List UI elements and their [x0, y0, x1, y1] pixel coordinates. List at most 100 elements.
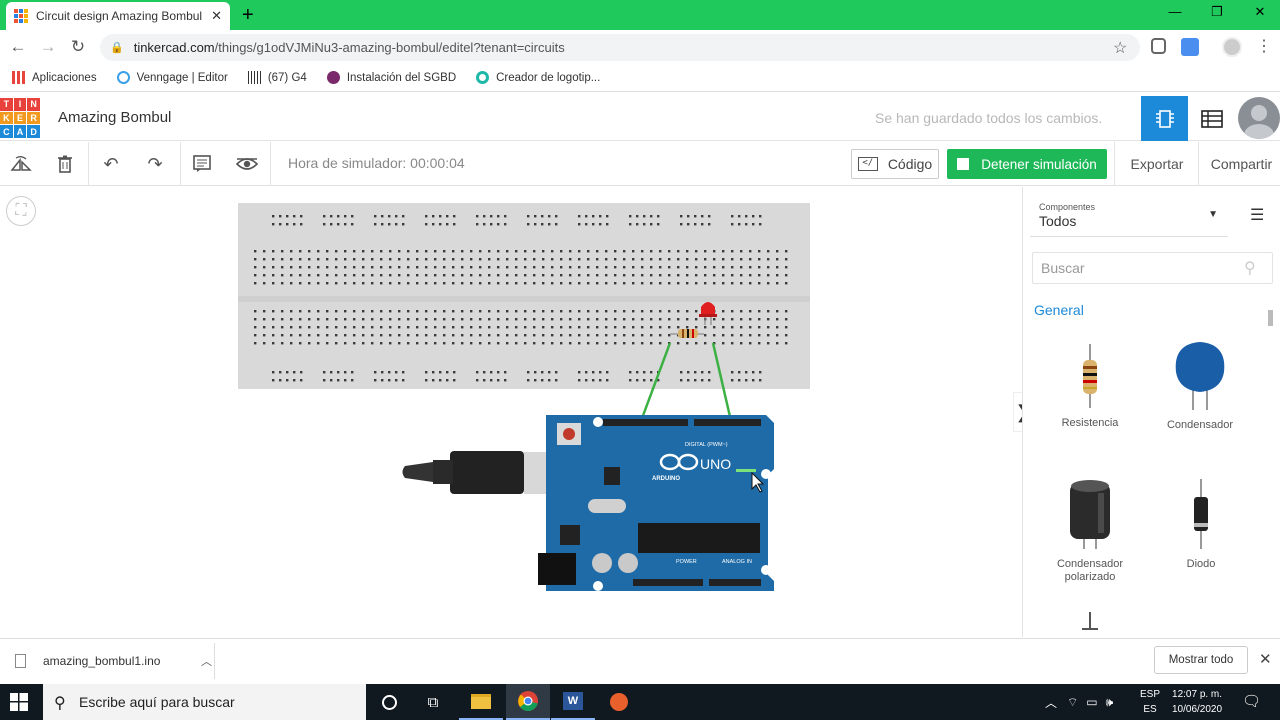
component-resistor[interactable]: Resistencia: [1040, 344, 1140, 430]
logo-letter: K: [0, 111, 13, 125]
schematic-list-button[interactable]: [1190, 96, 1234, 141]
save-status: Se han guardado todos los cambios.: [875, 110, 1103, 126]
chip-icon: [1155, 109, 1174, 128]
user-silhouette-icon: [1244, 105, 1274, 139]
logo-letter: T: [0, 98, 13, 111]
file-explorer-button[interactable]: [459, 684, 503, 720]
clock-time: 12:07 p. m.: [1172, 689, 1223, 700]
bookmark-venngage[interactable]: Venngage | Editor: [116, 71, 228, 84]
network-icon[interactable]: ⌔: [1067, 695, 1078, 710]
toolbar-divider: [1198, 142, 1199, 186]
list-view-toggle[interactable]: ☰: [1250, 205, 1264, 225]
volume-icon[interactable]: 🕪: [1106, 695, 1114, 710]
redo-arrow-icon: ↷: [147, 153, 163, 174]
bookmark-star-icon[interactable]: ☆: [1113, 38, 1127, 58]
fit-view-icon: ⛶: [15, 202, 27, 219]
logo-letter: R: [27, 111, 40, 125]
diode-icon: [1194, 479, 1208, 549]
bookmark-g4[interactable]: (67) G4: [247, 71, 307, 84]
battery-icon[interactable]: ▭: [1086, 695, 1097, 709]
show-all-downloads-button[interactable]: Mostrar todo: [1154, 646, 1248, 674]
app-taskbar-button[interactable]: [597, 684, 641, 720]
minimize-button[interactable]: —: [1155, 4, 1195, 19]
bookmark-logo-maker[interactable]: Creador de logotip...: [476, 71, 600, 84]
download-item[interactable]: amazing_bombul1.ino ︿: [15, 648, 212, 674]
taskbar-clock[interactable]: 12:07 p. m. 10/06/2020: [1172, 687, 1222, 717]
circuit-canvas[interactable]: UNO ARDUINO DIGITAL (PWM~) POWER ANALOG …: [238, 203, 812, 595]
logo-letter: E: [13, 111, 27, 125]
component-capacitor[interactable]: Condensador: [1150, 342, 1250, 432]
bookmarks-bar: Aplicaciones Venngage | Editor (67) G4 I…: [0, 64, 1280, 92]
bookmark-label: Instalación del SGBD: [346, 71, 457, 84]
redo-button[interactable]: ↷: [142, 151, 168, 177]
undo-button[interactable]: ↶: [98, 151, 124, 177]
new-tab-button[interactable]: +: [242, 4, 254, 27]
bookmark-sgbd[interactable]: Instalación del SGBD: [326, 71, 457, 84]
code-button[interactable]: </ Código: [851, 149, 939, 179]
cortana-button[interactable]: [367, 684, 411, 720]
stop-square-icon: [957, 158, 970, 170]
category-general[interactable]: General: [1034, 302, 1084, 318]
delete-button[interactable]: [52, 151, 78, 177]
back-arrow-icon[interactable]: ←: [3, 37, 33, 57]
arduino-uno-board[interactable]: UNO ARDUINO DIGITAL (PWM~) POWER ANALOG …: [538, 415, 774, 591]
word-taskbar-button[interactable]: W: [551, 684, 595, 720]
tinkercad-logo[interactable]: T I N K E R C A D: [0, 98, 40, 138]
clock-date: 10/06/2020: [1172, 704, 1223, 715]
user-avatar[interactable]: [1238, 97, 1280, 139]
browser-tab[interactable]: Circuit design Amazing Bombul | ✕: [6, 2, 230, 30]
breadboard[interactable]: [238, 203, 810, 389]
bookmark-label: Venngage | Editor: [136, 71, 228, 84]
task-view-button[interactable]: ⧉: [411, 684, 455, 720]
chrome-taskbar-button[interactable]: [506, 684, 550, 720]
list-icon: ☰: [1250, 207, 1265, 224]
notes-icon: [193, 155, 211, 172]
project-title[interactable]: Amazing Bombul: [58, 109, 171, 126]
stop-simulation-button[interactable]: Detener simulación: [947, 149, 1107, 179]
taskbar-search-text: Escribe aquí para buscar: [79, 694, 235, 710]
address-bar[interactable]: 🔒 tinkercad.com/things/g1odVJMiNu3-amazi…: [100, 34, 1140, 61]
notes-button[interactable]: [189, 151, 215, 177]
close-downloads-icon[interactable]: ✕: [1259, 650, 1272, 668]
table-list-icon: [1201, 109, 1223, 128]
simulator-time: Hora de simulador: 00:00:04: [288, 155, 465, 171]
file-icon: [15, 654, 26, 668]
export-button[interactable]: Exportar: [1121, 149, 1193, 179]
input-language[interactable]: ESP ES: [1140, 687, 1160, 717]
notification-center-icon[interactable]: 🗨: [1242, 692, 1261, 710]
forward-arrow-icon[interactable]: →: [33, 37, 63, 57]
extension-shield-icon[interactable]: [1151, 38, 1166, 54]
chevron-up-tray-icon[interactable]: ︿: [1045, 694, 1057, 711]
bookmark-aplicaciones[interactable]: Aplicaciones: [12, 71, 97, 84]
component-diode[interactable]: Diodo: [1151, 479, 1251, 571]
lock-icon: 🔒: [110, 42, 124, 54]
maximize-button[interactable]: ❐: [1197, 4, 1237, 20]
logo-letter: A: [13, 125, 27, 138]
board-model-label: UNO: [700, 456, 731, 472]
windows-start-icon[interactable]: [10, 693, 28, 711]
taskbar-search-box[interactable]: ⚲ Escribe aquí para buscar: [43, 684, 366, 720]
chrome-icon: [518, 691, 538, 712]
visibility-button[interactable]: [234, 151, 260, 177]
reload-icon[interactable]: ↻: [63, 37, 93, 57]
stop-simulation-label: Detener simulación: [981, 156, 1097, 172]
share-button[interactable]: Compartir: [1203, 149, 1280, 179]
components-dropdown[interactable]: Componentes Todos ▼: [1030, 195, 1228, 237]
tab-close-icon[interactable]: ✕: [211, 8, 222, 24]
circuit-view-button[interactable]: [1141, 96, 1188, 141]
extension-translate-icon[interactable]: [1181, 38, 1199, 56]
chevron-up-icon[interactable]: ︿: [201, 653, 212, 669]
rotate-tool-button[interactable]: [8, 151, 34, 177]
fit-view-button[interactable]: ⛶: [6, 196, 36, 226]
component-search-input[interactable]: [1032, 252, 1273, 284]
close-window-button[interactable]: ✕: [1240, 4, 1280, 20]
language-code: ESP: [1140, 689, 1161, 700]
panel-scrollbar[interactable]: [1268, 310, 1273, 326]
chrome-menu-icon[interactable]: ⋮: [1256, 36, 1272, 56]
sgbd-icon: [326, 71, 340, 84]
bookmark-label: (67) G4: [267, 71, 307, 84]
logo-letter: N: [27, 98, 40, 111]
component-polarized-capacitor[interactable]: Condensador polarizado: [1040, 479, 1140, 584]
task-view-icon: ⧉: [427, 693, 439, 711]
profile-icon[interactable]: [1222, 37, 1242, 57]
